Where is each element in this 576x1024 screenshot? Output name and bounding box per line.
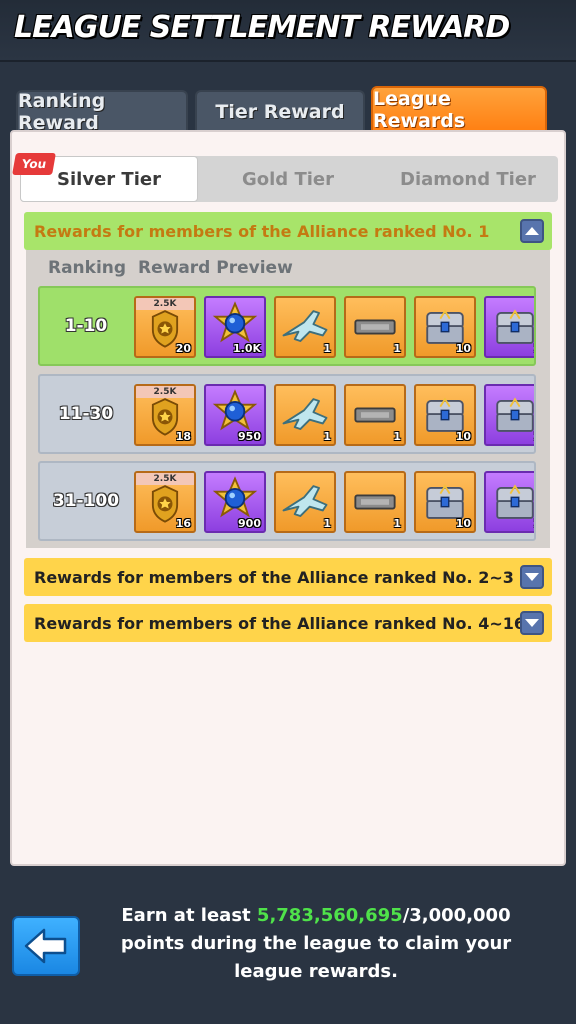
item-quantity: 1 — [533, 517, 534, 530]
page-title: LEAGUE SETTLEMENT REWARD — [14, 10, 510, 45]
item-quantity: 10 — [455, 517, 471, 530]
footer-line-2: points during the league to claim your — [120, 933, 512, 954]
reward-item[interactable]: 1 — [484, 471, 534, 533]
tab-ranking-reward[interactable]: Ranking Reward — [16, 90, 188, 134]
tier-tabs: Silver Tier Gold Tier Diamond Tier — [20, 156, 558, 202]
arrow-left-icon — [24, 928, 67, 964]
item-quantity: 1.0K — [232, 342, 261, 355]
table-row: 1-10 2.5K 20 1.0K 1 1 10 1 — [38, 286, 536, 366]
reward-item[interactable]: 950 — [204, 384, 266, 446]
item-quantity: 10 — [455, 430, 471, 443]
tier-tab-diamond[interactable]: Diamond Tier — [378, 156, 558, 202]
reward-item[interactable]: 2.5K 20 — [134, 296, 196, 358]
item-quantity: 20 — [175, 342, 191, 355]
points-target: /3,000,000 — [402, 905, 511, 926]
you-badge: You — [12, 153, 56, 175]
section-title: Rewards for members of the Alliance rank… — [34, 613, 525, 633]
chest-icon — [496, 484, 534, 519]
item-quantity: 1 — [393, 430, 401, 443]
item-quantity: 1 — [533, 430, 534, 443]
footer-prefix: Earn at least — [121, 905, 257, 926]
chevron-up-icon — [525, 227, 539, 235]
footer-line-3: league rewards. — [234, 961, 398, 982]
tier-tab-gold[interactable]: Gold Tier — [198, 156, 378, 202]
tab-league-rewards[interactable]: League Rewards — [371, 86, 547, 134]
reward-item[interactable]: 1 — [274, 296, 336, 358]
item-quantity: 1 — [323, 517, 331, 530]
reward-item[interactable]: 1.0K — [204, 296, 266, 358]
reward-item[interactable]: 10 — [414, 384, 476, 446]
section-rank-2-3[interactable]: Rewards for members of the Alliance rank… — [24, 558, 552, 596]
reward-item[interactable]: 2.5K 18 — [134, 384, 196, 446]
collapse-button[interactable] — [520, 219, 544, 243]
reward-item[interactable]: 1 — [344, 471, 406, 533]
item-quantity: 1 — [393, 517, 401, 530]
chevron-down-icon — [525, 573, 539, 581]
table-row: 11-30 2.5K 18 950 1 1 10 1 — [38, 374, 536, 454]
points-value: 5,783,560,695 — [256, 905, 403, 926]
reward-item[interactable]: 1 — [484, 296, 534, 358]
chest-icon — [496, 309, 534, 344]
item-quantity: 10 — [455, 342, 471, 355]
reward-item[interactable]: 1 — [344, 384, 406, 446]
item-quantity: 16 — [175, 517, 191, 530]
item-quantity: 1 — [533, 342, 534, 355]
main-tabs: Ranking Reward Tier Reward League Reward… — [0, 86, 576, 136]
footer-line-1: Earn at least 5,783,560,695/3,000,000 — [100, 902, 532, 930]
rank-range: 31-100 — [52, 491, 120, 511]
reward-item[interactable]: 1 — [484, 384, 534, 446]
reward-item[interactable]: 1 — [274, 384, 336, 446]
rank-range: 11-30 — [58, 404, 114, 424]
reward-item[interactable]: 900 — [204, 471, 266, 533]
expand-button[interactable] — [520, 565, 544, 589]
reward-item[interactable]: 10 — [414, 471, 476, 533]
expand-button[interactable] — [520, 611, 544, 635]
chest-icon — [496, 397, 534, 432]
chevron-down-icon — [525, 619, 539, 627]
section-rank-1[interactable]: Rewards for members of the Alliance rank… — [24, 212, 552, 250]
item-tag: 2.5K — [136, 386, 194, 398]
header-bar: LEAGUE SETTLEMENT REWARD — [0, 0, 576, 62]
reward-item[interactable]: 1 — [274, 471, 336, 533]
item-tag: 2.5K — [136, 473, 194, 485]
item-tag: 2.5K — [136, 298, 194, 310]
item-quantity: 1 — [393, 342, 401, 355]
item-quantity: 950 — [238, 430, 261, 443]
column-header-preview: Reward Preview — [138, 258, 293, 278]
reward-item[interactable]: 1 — [344, 296, 406, 358]
item-quantity: 1 — [323, 342, 331, 355]
rank-range: 1-10 — [64, 316, 108, 336]
item-quantity: 1 — [323, 430, 331, 443]
item-quantity: 18 — [175, 430, 191, 443]
item-quantity: 900 — [238, 517, 261, 530]
column-header-ranking: Ranking — [48, 258, 127, 278]
back-button[interactable] — [12, 916, 80, 976]
footer-message: Earn at least 5,783,560,695/3,000,000 po… — [100, 902, 532, 986]
table-row: 31-100 2.5K 16 900 1 1 10 1 — [38, 461, 536, 541]
reward-item[interactable]: 2.5K 16 — [134, 471, 196, 533]
reward-item[interactable]: 10 — [414, 296, 476, 358]
tab-tier-reward[interactable]: Tier Reward — [195, 90, 365, 132]
section-title: Rewards for members of the Alliance rank… — [34, 221, 490, 241]
section-title: Rewards for members of the Alliance rank… — [34, 567, 514, 587]
section-rank-4-16[interactable]: Rewards for members of the Alliance rank… — [24, 604, 552, 642]
